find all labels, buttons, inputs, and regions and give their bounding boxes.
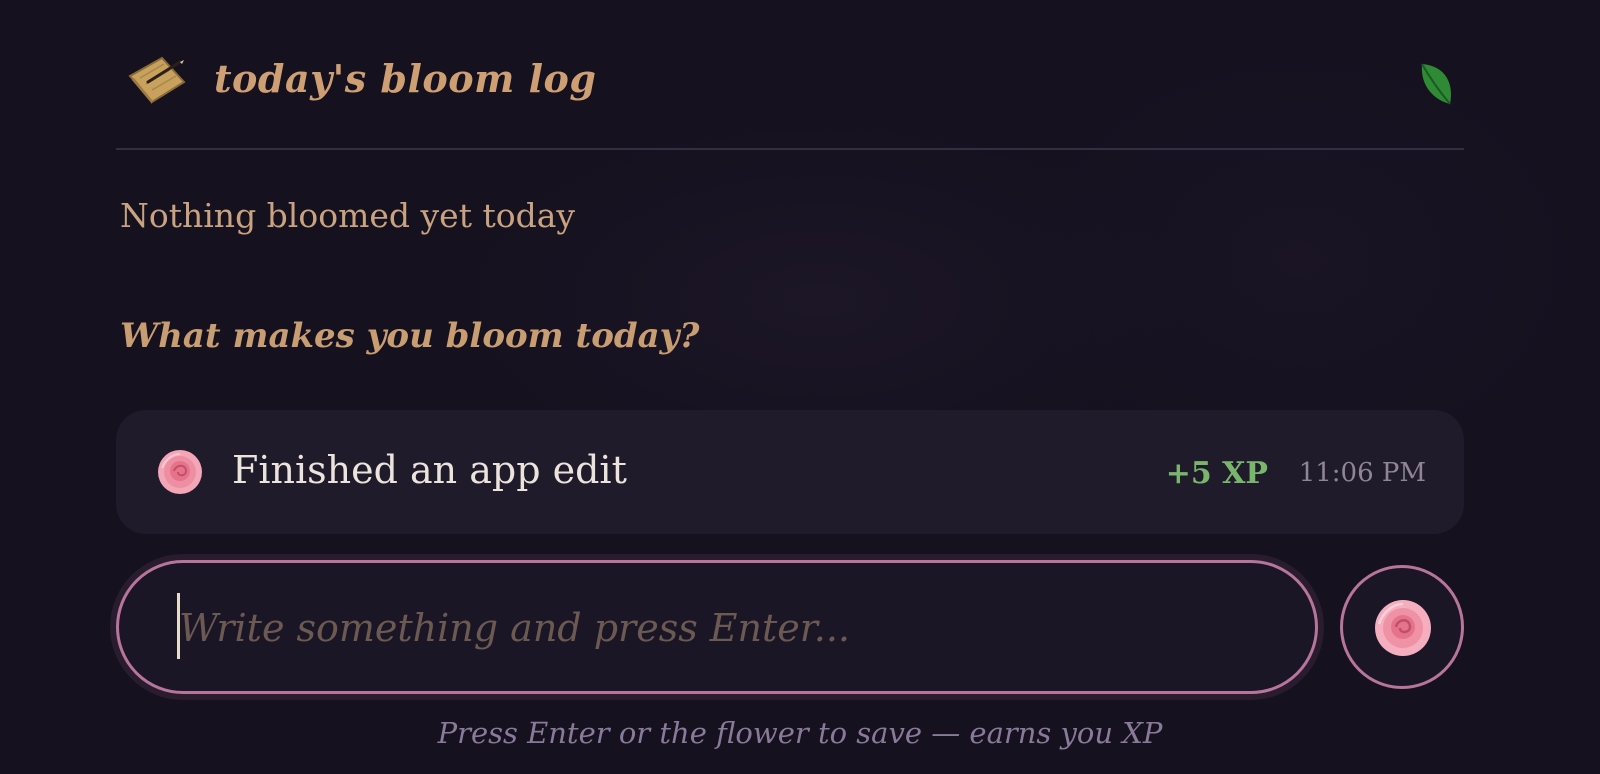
rose-icon <box>1375 600 1431 656</box>
log-entry: Finished an app edit +5 XP 11:06 PM <box>116 410 1464 534</box>
prompt-heading: What makes you bloom today? <box>120 316 700 356</box>
rose-icon <box>158 450 202 494</box>
header: today's bloom log <box>118 40 1454 124</box>
empty-log-message: Nothing bloomed yet today <box>120 196 576 235</box>
save-flower-button[interactable] <box>1340 565 1464 689</box>
leaf-icon <box>1421 63 1451 105</box>
entry-timestamp: 11:06 PM <box>1298 458 1426 488</box>
entry-input-container <box>116 560 1318 694</box>
entry-input[interactable] <box>177 585 1281 671</box>
header-divider <box>116 148 1464 150</box>
save-hint: Press Enter or the flower to save — earn… <box>437 716 1163 750</box>
entry-text: Finished an app edit <box>232 448 627 492</box>
text-caret <box>177 593 180 659</box>
bloom-log-panel: today's bloom log Nothing bloomed yet to… <box>0 0 1600 774</box>
page-title: today's bloom log <box>214 56 597 101</box>
xp-badge: +5 XP <box>1165 456 1268 491</box>
notebook-pencil-icon <box>128 56 186 104</box>
